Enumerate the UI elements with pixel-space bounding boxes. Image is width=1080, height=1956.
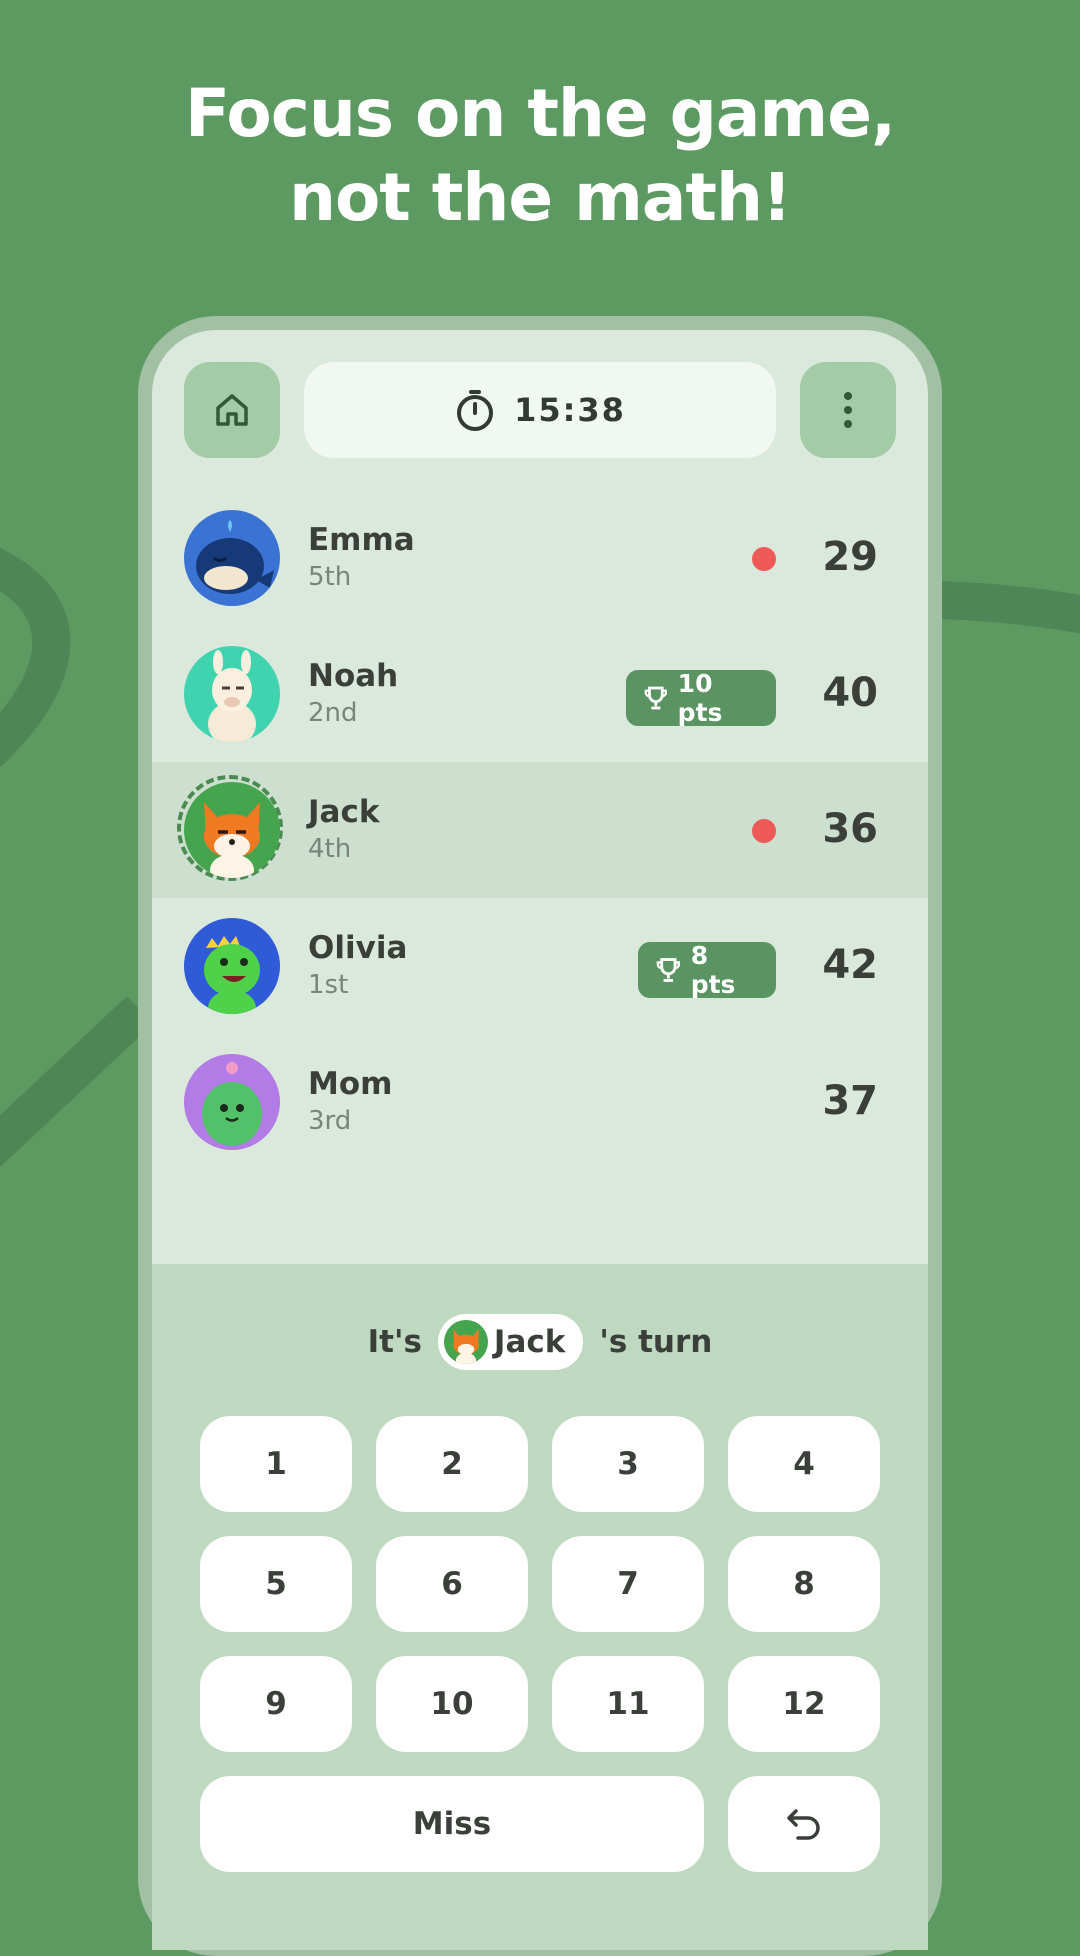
player-name: Jack (308, 794, 380, 830)
player-row-active[interactable]: Jack 4th 36 (152, 762, 928, 898)
headline: Focus on the game, not the math! (0, 72, 1080, 240)
game-timer: 15:38 (304, 362, 776, 458)
player-score: 37 (822, 1078, 878, 1124)
player-rank: 5th (308, 562, 352, 592)
player-name: Noah (308, 658, 399, 694)
key-1[interactable]: 1 (200, 1416, 352, 1512)
points-badge: 8 pts (638, 941, 776, 999)
headline-line-1: Focus on the game, (184, 75, 896, 152)
current-player-chip: Jack (437, 1314, 584, 1370)
undo-icon (787, 1809, 820, 1840)
player-rank: 3rd (308, 1106, 352, 1136)
player-rank: 4th (308, 834, 352, 864)
stopwatch-icon (457, 390, 494, 431)
player-name: Mom (308, 1066, 393, 1102)
key-12[interactable]: 12 (728, 1656, 880, 1752)
turn-dot (752, 819, 776, 843)
timer-value: 15:38 (514, 391, 626, 429)
player-row[interactable]: Mom 3rd 37 (152, 1034, 928, 1170)
key-7[interactable]: 7 (552, 1536, 704, 1632)
miss-button[interactable]: Miss (200, 1776, 704, 1872)
player-row[interactable]: Emma 5th 29 (152, 490, 928, 626)
key-2[interactable]: 2 (376, 1416, 528, 1512)
key-9[interactable]: 9 (200, 1656, 352, 1752)
player-row[interactable]: Olivia 1st 8 pts 42 (152, 898, 928, 1034)
player-name: Olivia (308, 930, 408, 966)
more-vertical-icon (844, 392, 852, 428)
badge-label: 8 pts (690, 941, 736, 999)
player-score: 42 (822, 942, 878, 988)
undo-button[interactable] (728, 1776, 880, 1872)
trophy-icon (656, 958, 680, 982)
app-screen: 15:38 Emma 5th 29 Noah 2nd 10 pts 40 Jac… (152, 330, 928, 1950)
key-8[interactable]: 8 (728, 1536, 880, 1632)
cactus-avatar (184, 1054, 280, 1150)
home-button[interactable] (184, 362, 280, 458)
key-6[interactable]: 6 (376, 1536, 528, 1632)
turn-suffix: 's turn (599, 1324, 713, 1360)
key-3[interactable]: 3 (552, 1416, 704, 1512)
badge-label: 10 pts (677, 669, 723, 727)
turn-indicator: It's Jack 's turn (152, 1314, 928, 1370)
home-icon (216, 394, 248, 426)
player-row[interactable]: Noah 2nd 10 pts 40 (152, 626, 928, 762)
llama-avatar (184, 646, 280, 742)
trophy-icon (644, 686, 667, 710)
key-10[interactable]: 10 (376, 1656, 528, 1752)
turn-dot (752, 547, 776, 571)
key-11[interactable]: 11 (552, 1656, 704, 1752)
score-entry-panel: It's Jack 's turn 1 2 3 4 5 6 7 8 9 10 1… (152, 1264, 928, 1950)
more-menu-button[interactable] (800, 362, 896, 458)
headline-line-2: not the math! (288, 159, 792, 236)
whale-avatar (184, 510, 280, 606)
player-rank: 1st (308, 970, 349, 1000)
dinosaur-avatar (184, 918, 280, 1014)
player-list: Emma 5th 29 Noah 2nd 10 pts 40 Jack 4th … (152, 490, 928, 1170)
player-name: Emma (308, 522, 415, 558)
key-4[interactable]: 4 (728, 1416, 880, 1512)
player-score: 29 (822, 534, 878, 580)
player-score: 36 (822, 806, 878, 852)
turn-prefix: It's (367, 1324, 422, 1360)
fox-avatar (443, 1320, 488, 1364)
key-5[interactable]: 5 (200, 1536, 352, 1632)
current-player-name: Jack (493, 1324, 566, 1360)
fox-avatar (184, 782, 280, 878)
player-score: 40 (822, 670, 878, 716)
points-badge: 10 pts (626, 669, 776, 727)
top-bar: 15:38 (184, 362, 896, 458)
player-rank: 2nd (308, 698, 358, 728)
